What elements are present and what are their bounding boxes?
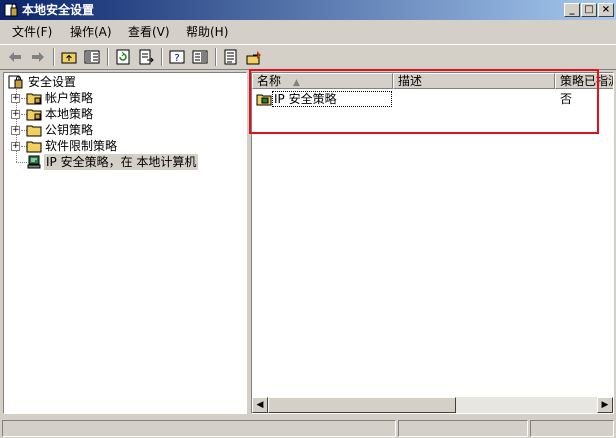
- up-folder-icon[interactable]: [60, 48, 78, 66]
- tree-item-account-policy[interactable]: + 帐户策略: [11, 90, 246, 106]
- security-settings-icon: [3, 2, 19, 18]
- tree-item-label: 帐户策略: [45, 91, 94, 105]
- tree-item-label: 本地策略: [45, 107, 94, 121]
- minimize-button[interactable]: _: [564, 3, 580, 17]
- toolbar: ?: [0, 44, 616, 70]
- tree-item-label: IP 安全策略，在 本地计算机: [44, 154, 199, 170]
- menu-bar: 文件(F) 操作(A) 查看(V) 帮助(H): [0, 22, 616, 42]
- toolbar-separator: [107, 48, 109, 66]
- expand-icon[interactable]: +: [11, 110, 20, 119]
- close-button[interactable]: ×: [598, 3, 614, 17]
- folder-icon: [26, 139, 42, 153]
- security-settings-icon: [8, 75, 24, 89]
- expand-icon[interactable]: +: [11, 94, 20, 103]
- tree-item-label: 软件限制策略: [45, 139, 118, 153]
- tree-item-public-key-policy[interactable]: + 公钥策略: [11, 122, 246, 138]
- scroll-left-icon[interactable]: ◀: [252, 397, 268, 413]
- folder-policy-icon: [26, 91, 42, 105]
- menu-file[interactable]: 文件(F): [12, 25, 52, 39]
- menu-help[interactable]: 帮助(H): [186, 25, 228, 39]
- export-list-icon[interactable]: [137, 48, 155, 66]
- tree-item-label: 安全设置: [28, 75, 77, 89]
- back-arrow-icon[interactable]: [6, 48, 24, 66]
- window-title: 本地安全设置: [22, 3, 95, 17]
- scroll-right-icon[interactable]: ▶: [597, 397, 613, 413]
- ip-security-computer-icon: [26, 155, 42, 169]
- svg-text:?: ?: [174, 53, 179, 64]
- scroll-thumb[interactable]: [268, 397, 456, 413]
- tree-item-label: 公钥策略: [45, 123, 94, 137]
- expand-icon[interactable]: +: [11, 142, 20, 151]
- folder-icon: [26, 123, 42, 137]
- highlight-annotation: [249, 69, 599, 134]
- horizontal-scrollbar[interactable]: ◀ ▶: [252, 397, 613, 413]
- tree-item-software-restriction-policy[interactable]: + 软件限制策略: [11, 138, 246, 154]
- status-bar: [0, 418, 616, 438]
- expand-icon[interactable]: +: [11, 126, 20, 135]
- status-cell: [2, 420, 396, 437]
- help-icon[interactable]: ?: [168, 48, 186, 66]
- forward-arrow-icon[interactable]: [29, 48, 47, 66]
- menu-action[interactable]: 操作(A): [70, 25, 112, 39]
- tree-pane[interactable]: 安全设置 + 帐户策略 + 本地策略 + 公钥策略 + 软件限制策略 IP 安全…: [3, 72, 247, 414]
- local-security-settings-window: 本地安全设置 _ □ × 文件(F) 操作(A) 查看(V) 帮助(H) ? 安…: [0, 0, 616, 438]
- refresh-icon[interactable]: [114, 48, 132, 66]
- tree-item-local-policy[interactable]: + 本地策略: [11, 106, 246, 122]
- tree-root-security-settings[interactable]: 安全设置: [8, 74, 246, 90]
- folder-policy-icon: [26, 107, 42, 121]
- maximize-button[interactable]: □: [581, 3, 597, 17]
- properties-icon[interactable]: [222, 48, 240, 66]
- toolbar-separator: [161, 48, 163, 66]
- menu-view[interactable]: 查看(V): [128, 25, 170, 39]
- toolbar-separator: [215, 48, 217, 66]
- tree-item-ip-security-policies[interactable]: IP 安全策略，在 本地计算机: [11, 154, 246, 170]
- status-cell: [398, 420, 528, 437]
- title-bar[interactable]: 本地安全设置 _ □ ×: [0, 0, 616, 20]
- status-cell: [530, 420, 614, 437]
- toolbar-separator: [53, 48, 55, 66]
- assign-icon[interactable]: [245, 48, 263, 66]
- action-pane-icon[interactable]: [191, 48, 209, 66]
- show-hide-tree-icon[interactable]: [83, 48, 101, 66]
